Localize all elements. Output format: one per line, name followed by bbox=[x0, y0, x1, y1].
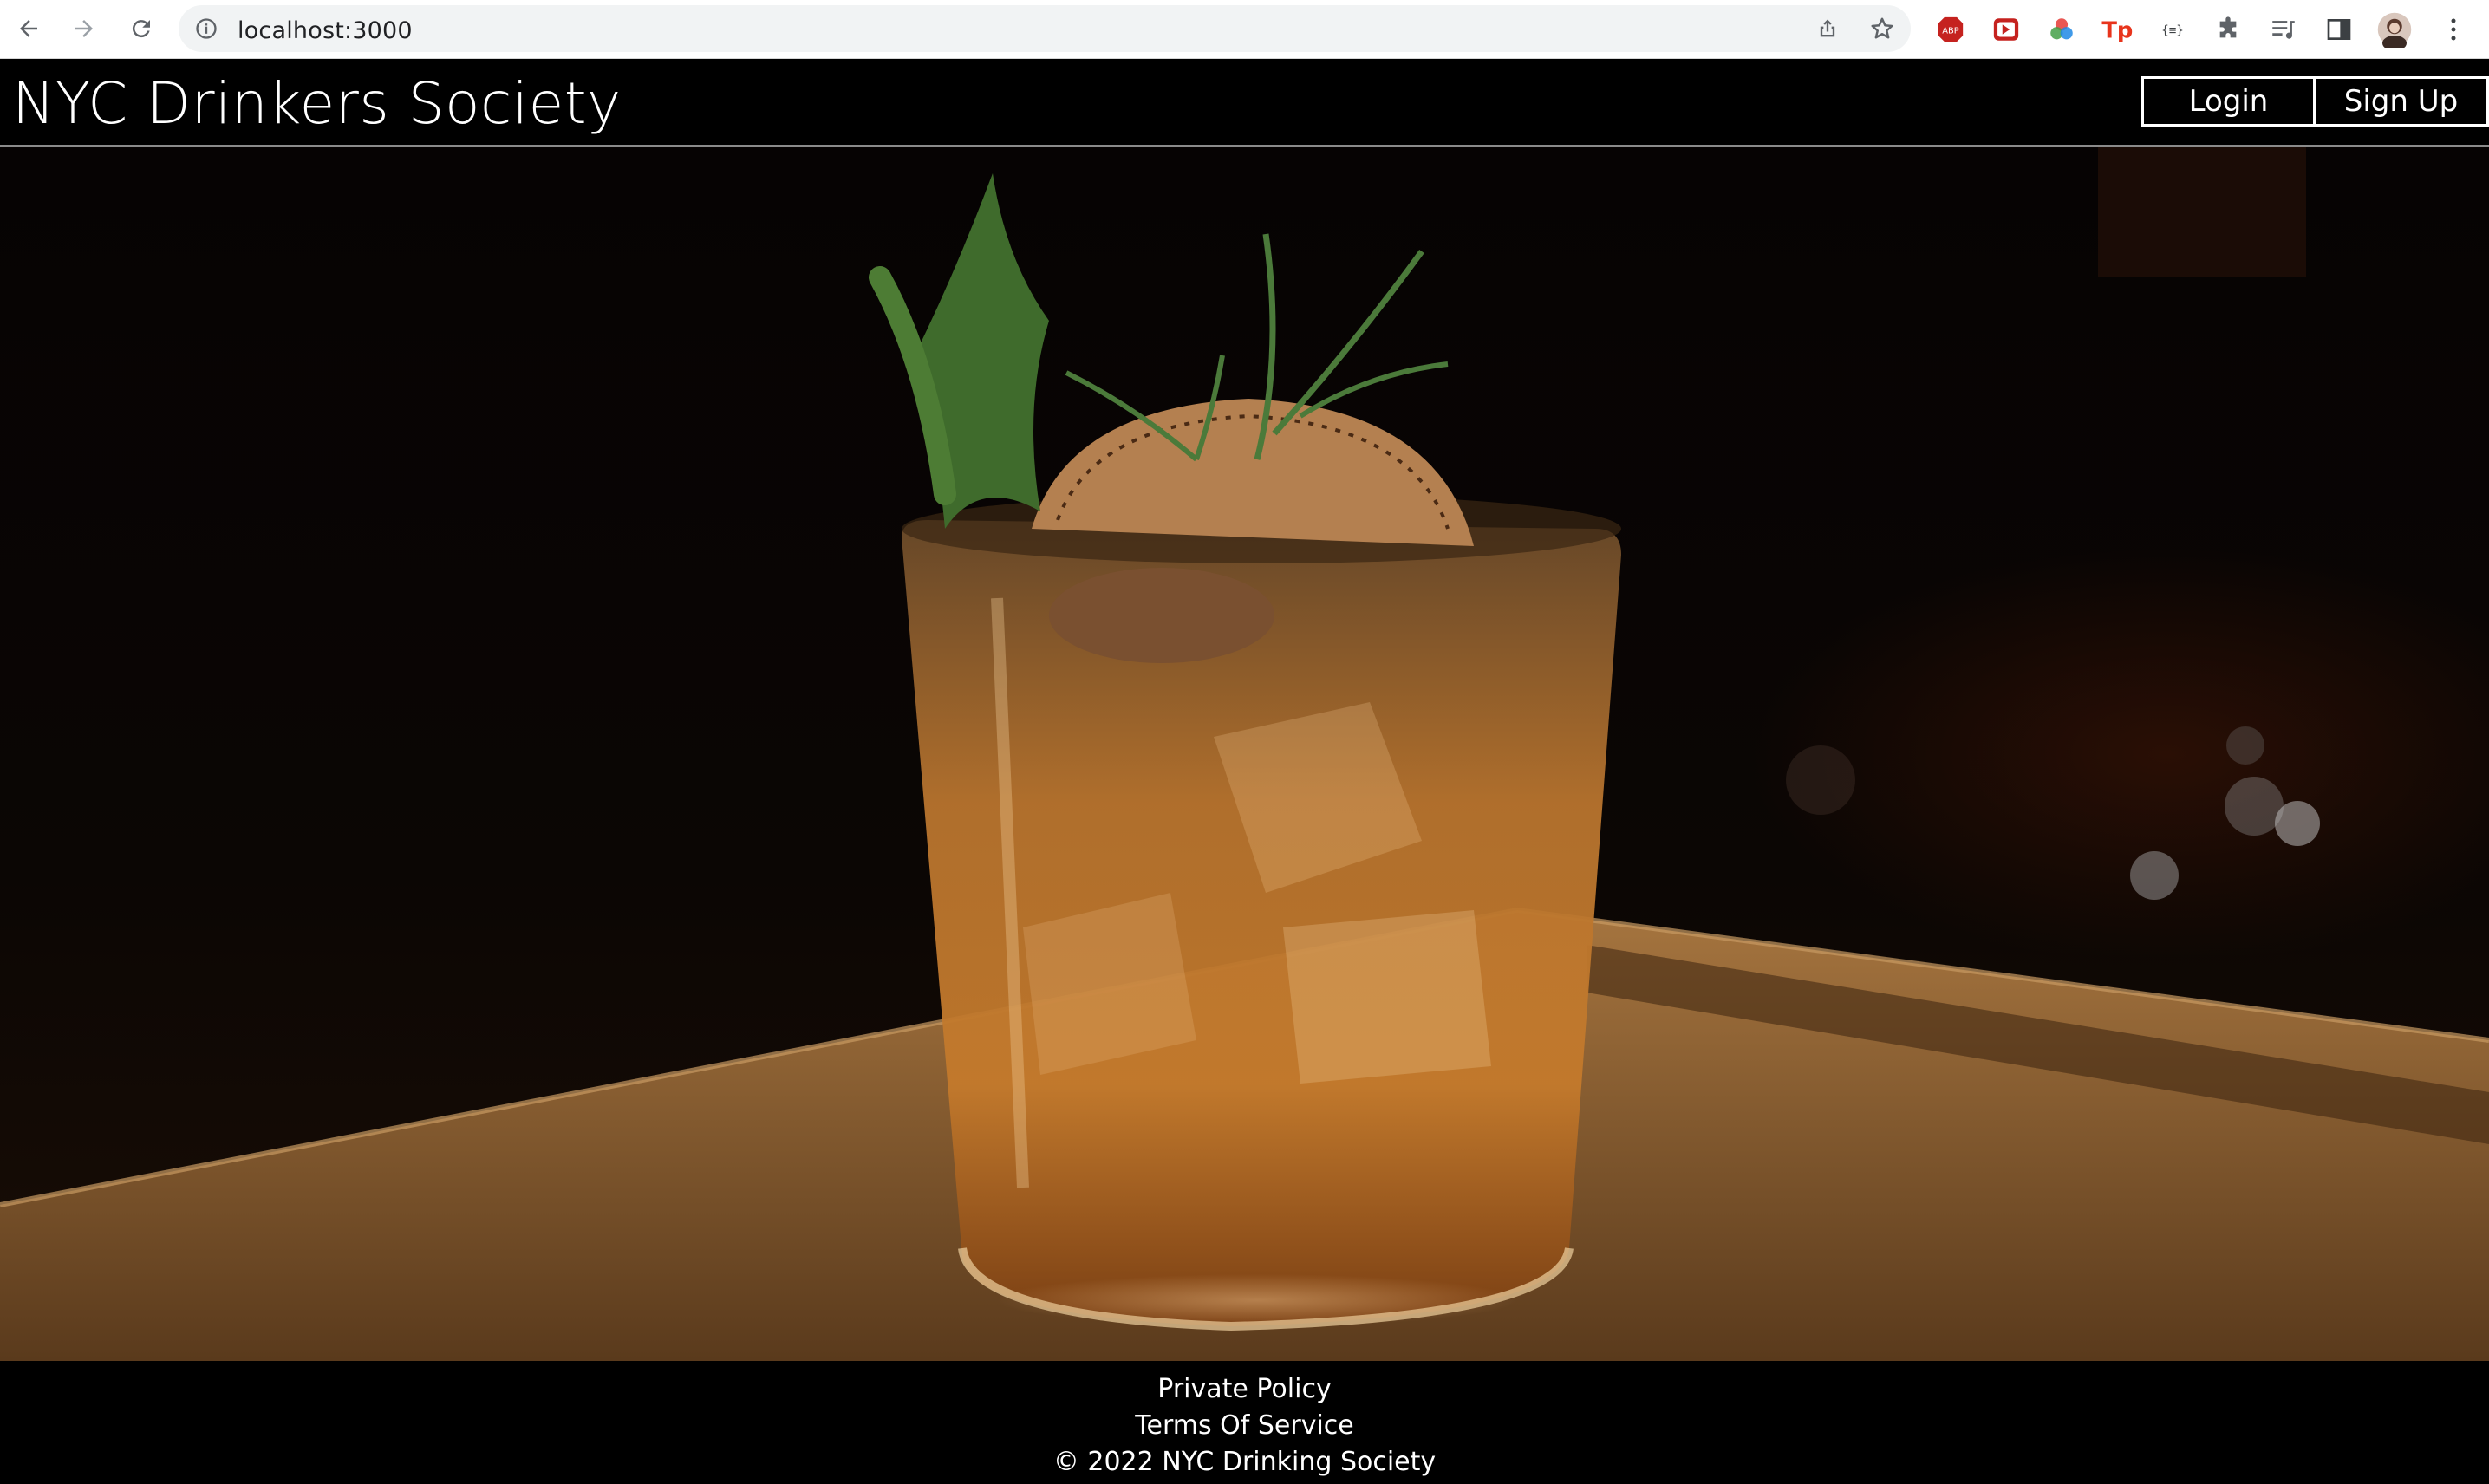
signup-button[interactable]: Sign Up bbox=[2313, 76, 2489, 127]
svg-text:Tp: Tp bbox=[2101, 18, 2133, 44]
site-header: NYC Drinkers Society Login Sign Up bbox=[0, 59, 2489, 147]
svg-text:{≡}: {≡} bbox=[2161, 24, 2184, 38]
privacy-policy-link[interactable]: Private Policy bbox=[1157, 1371, 1331, 1408]
terms-of-service-link[interactable]: Terms Of Service bbox=[1135, 1408, 1353, 1444]
star-icon[interactable] bbox=[1869, 16, 1895, 46]
share-icon[interactable] bbox=[1815, 16, 1840, 46]
profile-avatar-icon[interactable] bbox=[2375, 10, 2414, 49]
address-bar[interactable]: localhost:3000 bbox=[179, 5, 1911, 52]
adblock-extension-icon[interactable]: ABP bbox=[1932, 10, 1970, 49]
copyright-text: © 2022 NYC Drinking Society bbox=[1052, 1447, 1437, 1477]
svg-text:ABP: ABP bbox=[1942, 26, 1959, 36]
browser-toolbar: localhost:3000 ABP Tp {≡} bbox=[0, 0, 2489, 59]
hero-image bbox=[0, 147, 2489, 1361]
kebab-menu-icon[interactable] bbox=[2434, 10, 2473, 49]
back-arrow-icon[interactable] bbox=[9, 9, 49, 49]
url-text: localhost:3000 bbox=[238, 17, 413, 44]
login-button[interactable]: Login bbox=[2141, 76, 2316, 127]
video-extension-icon[interactable] bbox=[1987, 10, 2025, 49]
forward-arrow-icon[interactable] bbox=[64, 9, 104, 49]
reload-icon[interactable] bbox=[121, 9, 161, 49]
tp-extension-icon[interactable]: Tp bbox=[2098, 10, 2136, 49]
media-control-icon[interactable] bbox=[2264, 10, 2303, 49]
info-icon[interactable] bbox=[194, 16, 218, 45]
color-picker-extension-icon[interactable] bbox=[2043, 10, 2081, 49]
site-title[interactable]: NYC Drinkers Society bbox=[12, 68, 622, 140]
site-footer: Private Policy Terms Of Service © 2022 N… bbox=[0, 1361, 2489, 1484]
puzzle-extensions-icon[interactable] bbox=[2209, 10, 2247, 49]
json-extension-icon[interactable]: {≡} bbox=[2153, 10, 2192, 49]
side-panel-icon[interactable] bbox=[2320, 10, 2358, 49]
cocktail-illustration bbox=[0, 147, 2489, 1361]
